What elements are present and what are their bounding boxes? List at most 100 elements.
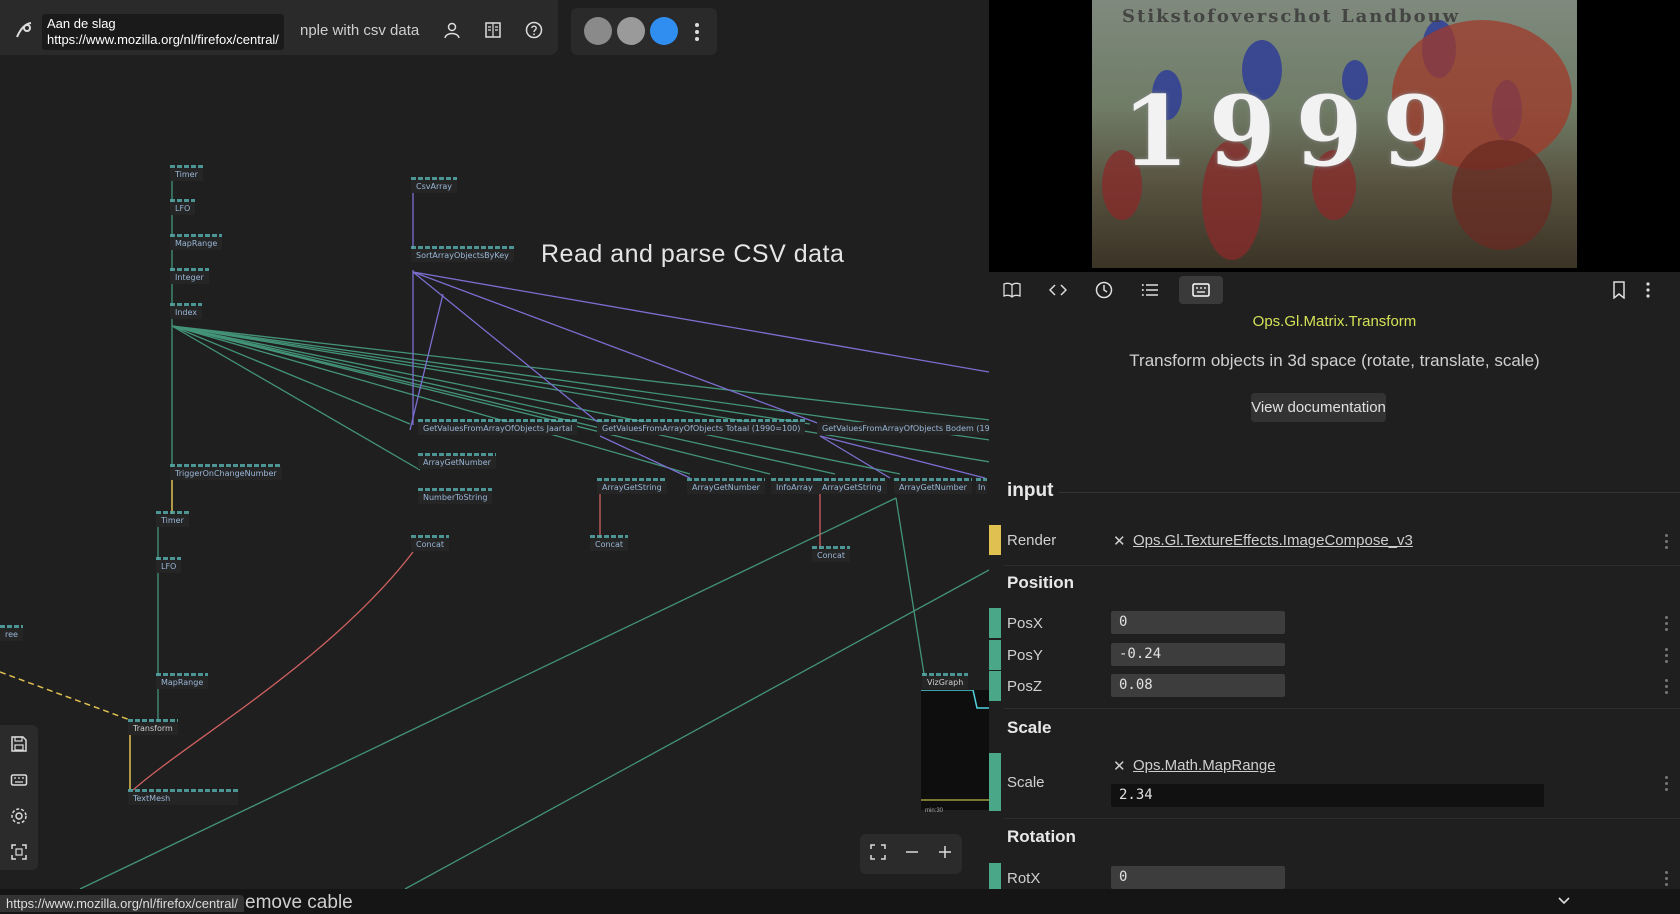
port-indicator [989, 671, 1001, 701]
code-icon[interactable] [1039, 276, 1077, 304]
render-preview[interactable]: Stikstofoverschot Landbouw 1999 [989, 0, 1680, 272]
zoom-out-icon[interactable] [905, 845, 919, 864]
port-indicator [989, 608, 1001, 638]
more-menu-icon[interactable] [1638, 276, 1658, 304]
rotx-input[interactable]: 0 [1111, 866, 1285, 889]
keyboard-icon[interactable] [8, 769, 30, 791]
view-documentation-button[interactable]: View documentation [1251, 393, 1386, 422]
patch-canvas[interactable]: Read and parse CSV data Timer LFO MapRan… [0, 0, 989, 889]
rotation-header: Rotation [1007, 827, 1076, 846]
avatar[interactable] [617, 17, 645, 45]
input-header: input [1007, 480, 1054, 501]
op-textmesh[interactable]: TextMesh [128, 789, 238, 805]
fullscreen-icon[interactable] [8, 841, 30, 863]
patch-title[interactable]: nple with csv data [300, 22, 419, 39]
op-csvarray[interactable]: CsvArray [411, 177, 458, 193]
op-concat[interactable]: Concat [590, 535, 628, 551]
tooltip-title: Aan de slag [47, 16, 116, 31]
avatar[interactable] [650, 17, 678, 45]
op-partial[interactable]: ree [0, 625, 23, 641]
op-description: Transform objects in 3d space (rotate, t… [1129, 351, 1540, 370]
link-tooltip: Aan de slag https://www.mozilla.org/nl/f… [42, 14, 284, 50]
op-get-values-totaal[interactable]: GetValuesFromArrayOfObjects Totaal (1990… [597, 419, 806, 435]
param-posx: PosX 0 [989, 608, 1680, 638]
param-posy: PosY -0.24 [989, 640, 1680, 670]
param-menu-icon[interactable] [1665, 679, 1669, 697]
op-trigger-on-change-number[interactable]: TriggerOnChangeNumber [170, 464, 282, 480]
avatar[interactable] [584, 17, 612, 45]
op-lfo[interactable]: LFO [156, 557, 182, 573]
history-icon[interactable] [1085, 276, 1123, 304]
op-vizgraph[interactable]: VizGraph [922, 673, 969, 689]
linked-op-link[interactable]: Ops.Math.MapRange [1133, 757, 1276, 774]
position-header: Position [1007, 573, 1075, 592]
op-get-values-bodem[interactable]: GetValuesFromArrayOfObjects Bodem (199 [817, 422, 989, 435]
param-menu-icon[interactable] [1665, 871, 1669, 889]
op-array-get-number[interactable]: ArrayGetNumber [687, 478, 765, 494]
param-menu-icon[interactable] [1665, 648, 1669, 666]
scale-input[interactable]: 2.34 [1111, 784, 1544, 807]
param-label: PosY [1007, 647, 1043, 664]
keyboard-icon[interactable] [1179, 276, 1223, 304]
op-title[interactable]: Ops.Gl.Matrix.Transform [989, 313, 1680, 330]
op-number-to-string[interactable]: NumberToString [418, 488, 493, 504]
op-transform[interactable]: Transform [128, 719, 178, 735]
param-scale: Scale ✕ Ops.Math.MapRange 2.34 [989, 753, 1680, 811]
linked-op-link[interactable]: Ops.Gl.TextureEffects.ImageCompose_v3 [1133, 532, 1413, 549]
op-array-get-string[interactable]: ArrayGetString [817, 478, 887, 494]
param-menu-icon[interactable] [1665, 616, 1669, 634]
param-label: PosX [1007, 615, 1043, 632]
param-rotx: RotX 0 [989, 863, 1680, 889]
save-icon[interactable] [8, 733, 30, 755]
op-get-values-jaartal[interactable]: GetValuesFromArrayOfObjects Jaartal [418, 419, 578, 435]
settings-icon[interactable] [8, 805, 30, 827]
unlink-icon[interactable]: ✕ [1113, 757, 1126, 775]
panel-tabs [989, 272, 1680, 308]
op-timer[interactable]: Timer [170, 165, 203, 181]
canvas-comment[interactable]: Read and parse CSV data [541, 240, 844, 269]
op-array-get-string[interactable]: ArrayGetString [597, 478, 667, 494]
op-lfo[interactable]: LFO [170, 199, 196, 215]
posx-input[interactable]: 0 [1111, 611, 1285, 634]
divider [1004, 708, 1680, 709]
port-indicator [989, 863, 1001, 889]
op-array-get-number[interactable]: ArrayGetNumber [418, 453, 496, 469]
list-icon[interactable] [1131, 276, 1169, 304]
op-info-array[interactable]: InfoArray [771, 478, 818, 494]
op-array-get-number[interactable]: ArrayGetNumber [894, 478, 972, 494]
op-concat[interactable]: Concat [812, 546, 850, 562]
more-menu-icon[interactable] [695, 23, 699, 41]
op-maprange[interactable]: MapRange [170, 234, 223, 250]
op-timer[interactable]: Timer [156, 511, 189, 527]
bookmark-icon[interactable] [1600, 276, 1638, 304]
tool-dock [0, 725, 38, 870]
op-integer[interactable]: Integer [170, 268, 209, 284]
status-bar: https://www.mozilla.org/nl/firefox/centr… [0, 889, 1680, 914]
op-partial[interactable]: In [976, 478, 988, 494]
op-concat[interactable]: Concat [411, 535, 449, 551]
user-icon[interactable] [440, 18, 464, 42]
op-maprange[interactable]: MapRange [156, 673, 209, 689]
layout-icon[interactable] [481, 18, 505, 42]
fit-icon[interactable] [869, 843, 886, 865]
status-url: https://www.mozilla.org/nl/firefox/centr… [0, 895, 244, 912]
zoom-controls [860, 834, 962, 874]
chevron-down-icon[interactable] [1556, 892, 1572, 913]
help-icon[interactable] [522, 18, 546, 42]
param-label: Render [1007, 532, 1057, 549]
op-index[interactable]: Index [170, 303, 203, 319]
port-indicator [989, 640, 1001, 670]
posy-input[interactable]: -0.24 [1111, 643, 1285, 666]
divider [1004, 565, 1680, 566]
param-menu-icon[interactable] [1665, 776, 1669, 794]
unlink-icon[interactable]: ✕ [1113, 532, 1126, 550]
divider [1004, 818, 1680, 819]
param-menu-icon[interactable] [1665, 534, 1669, 552]
vizgraph-preview: min:30 [921, 689, 989, 814]
param-label: RotX [1007, 870, 1041, 887]
book-icon[interactable] [993, 276, 1031, 304]
cables-logo-icon[interactable] [12, 18, 36, 42]
posz-input[interactable]: 0.08 [1111, 674, 1285, 697]
zoom-in-icon[interactable] [938, 845, 952, 864]
op-sort-array-objects-by-key[interactable]: SortArrayObjectsByKey [411, 246, 514, 262]
